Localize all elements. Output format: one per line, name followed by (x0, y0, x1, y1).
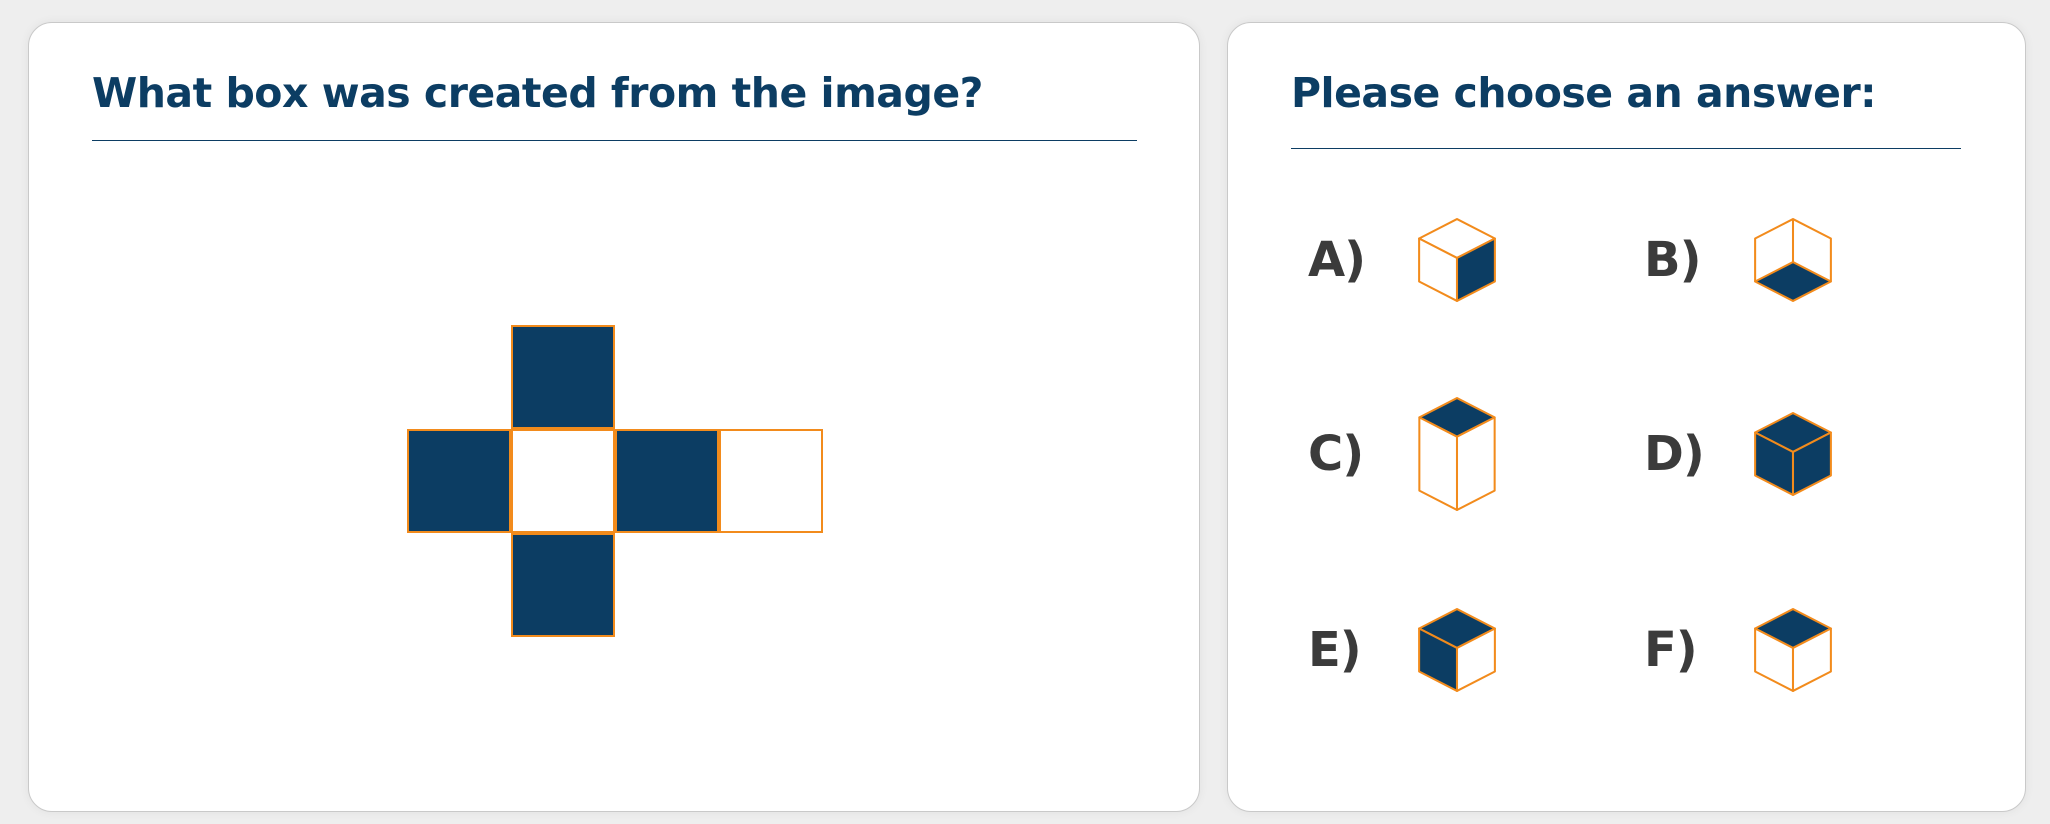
cube-net (407, 325, 827, 645)
answer-option-c-label: C) (1308, 426, 1364, 482)
net-cell-center (511, 429, 615, 533)
answers-divider (1291, 148, 1961, 149)
answer-option-a[interactable]: A) (1308, 205, 1538, 315)
net-cell-far-right (719, 429, 823, 533)
answer-option-e-label: E) (1308, 622, 1362, 678)
cube-bottom-face-filled-icon (1754, 218, 1832, 302)
cube-all-faces-filled-icon (1754, 412, 1832, 496)
question-divider (92, 140, 1137, 141)
answer-option-b[interactable]: B) (1644, 205, 1874, 315)
question-title: What box was created from the image? (92, 69, 983, 117)
net-cell-top (511, 325, 615, 429)
answer-option-a-label: A) (1308, 232, 1366, 288)
cube-top-face-filled-icon (1754, 608, 1832, 692)
net-cell-bottom (511, 533, 615, 637)
answer-option-b-label: B) (1644, 232, 1702, 288)
answer-option-d-label: D) (1644, 426, 1705, 482)
question-panel: What box was created from the image? (28, 22, 1200, 812)
net-cell-left (407, 429, 511, 533)
net-cell-right (615, 429, 719, 533)
answers-title: Please choose an answer: (1291, 69, 1877, 117)
cube-top-and-left-filled-icon (1418, 608, 1496, 692)
cube-right-face-filled-icon (1418, 218, 1496, 302)
cube-top-face-filled-tall-icon (1418, 397, 1496, 511)
answer-option-f[interactable]: F) (1644, 595, 1874, 705)
answers-panel: Please choose an answer: A) B) C) D) E) … (1227, 22, 2026, 812)
answer-option-c[interactable]: C) (1308, 397, 1538, 511)
answer-option-f-label: F) (1644, 622, 1698, 678)
answer-option-e[interactable]: E) (1308, 595, 1538, 705)
answer-option-d[interactable]: D) (1644, 399, 1874, 509)
